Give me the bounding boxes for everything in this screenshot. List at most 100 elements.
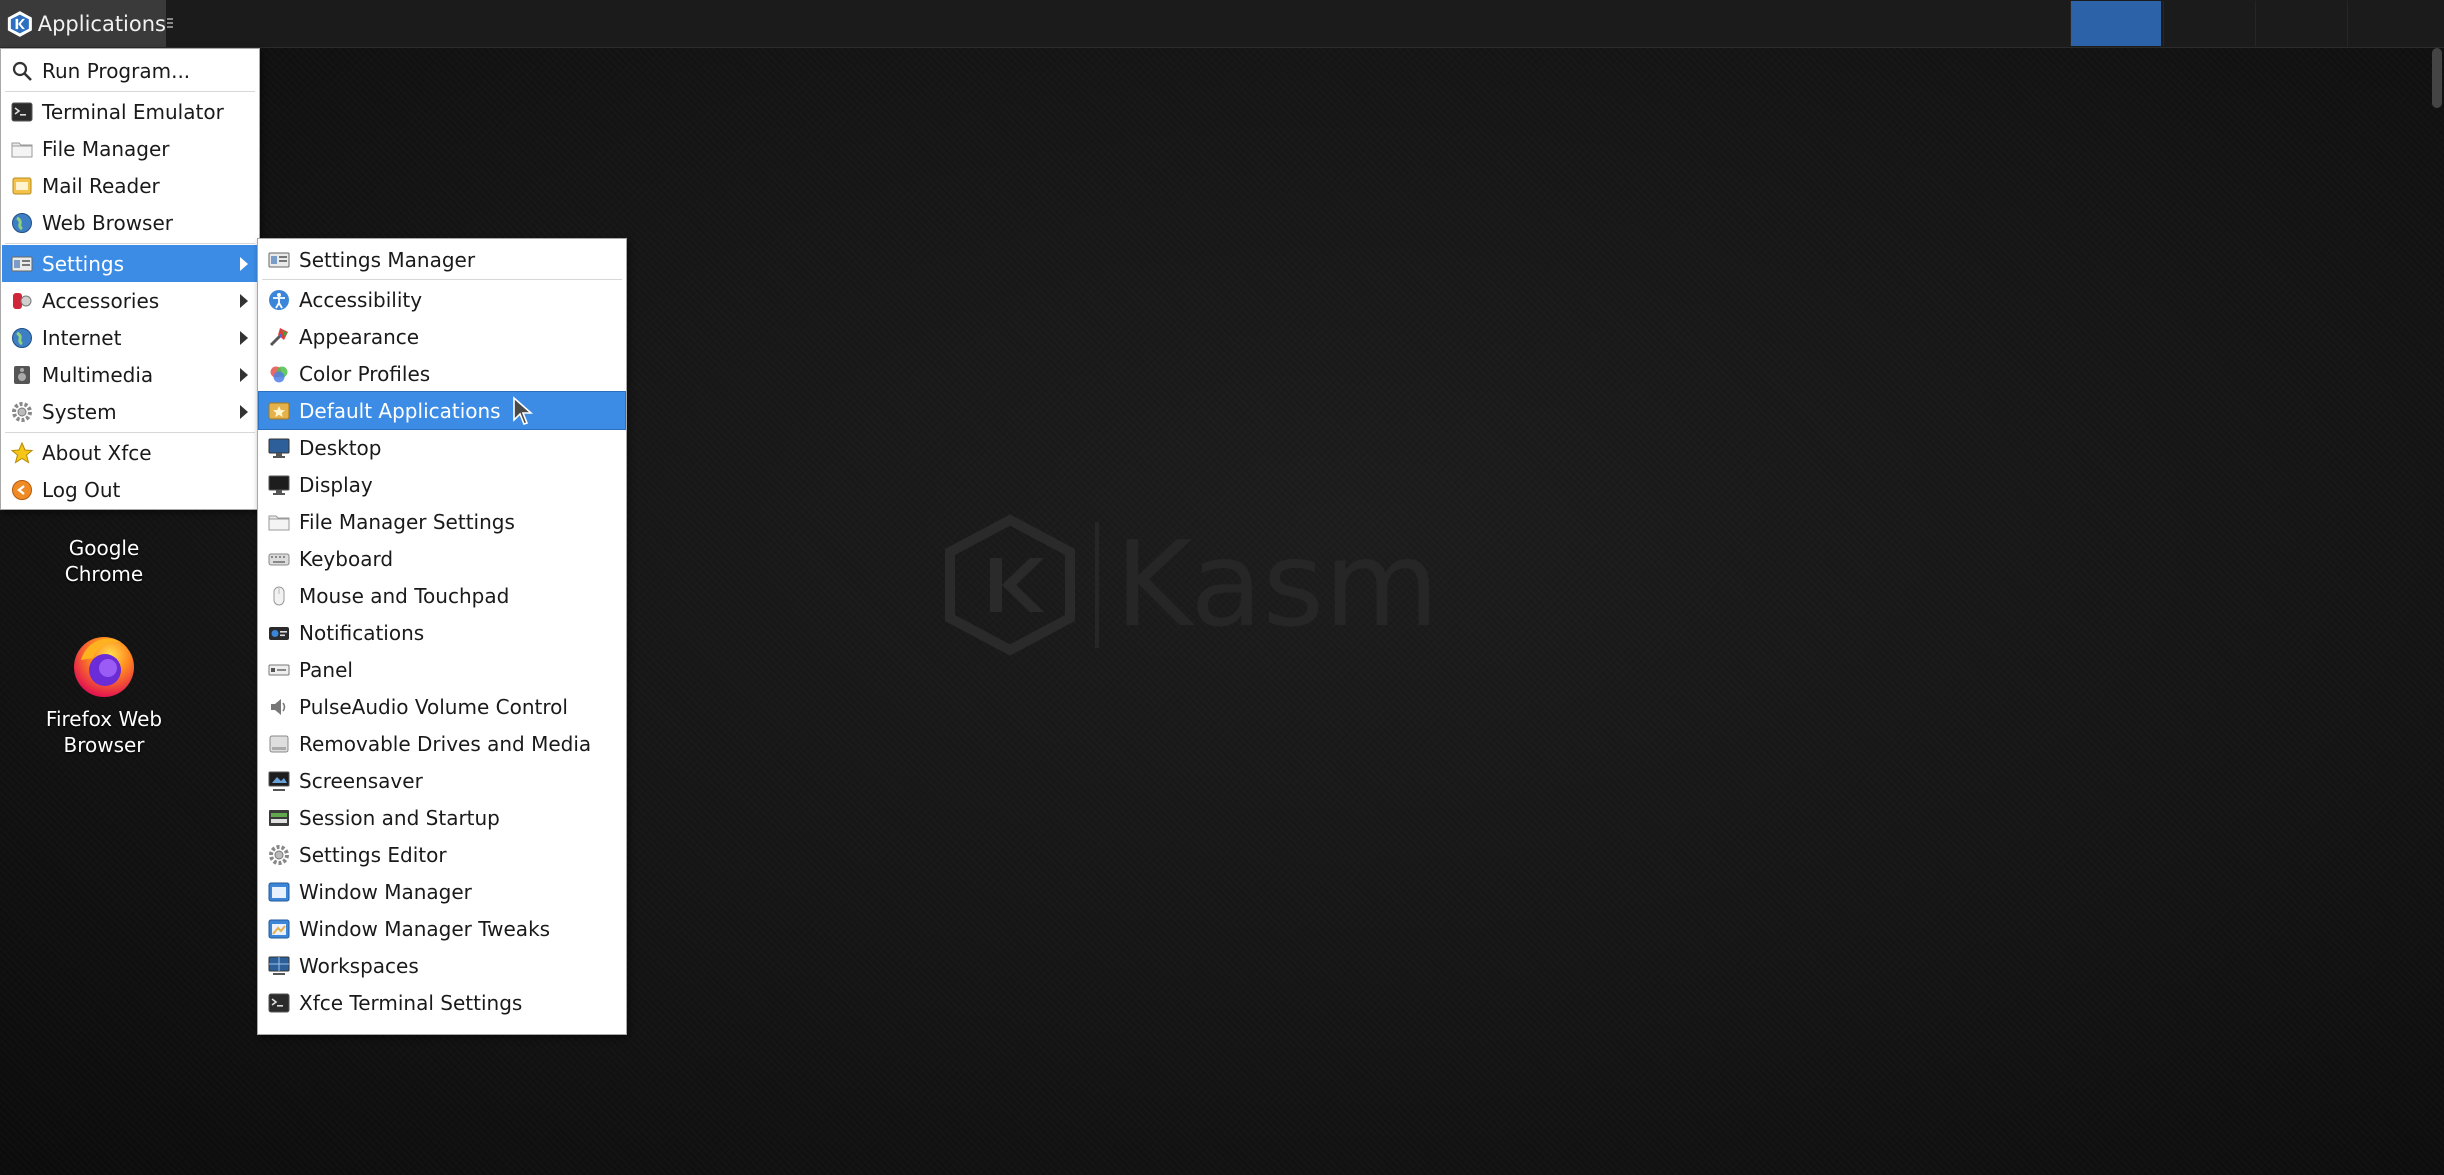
menu-item-label: Session and Startup	[299, 805, 500, 830]
menu-separator	[262, 279, 622, 280]
menu-item-label: Log Out	[42, 477, 121, 502]
menu-item-xfce-terminal-settings[interactable]: Xfce Terminal Settings	[259, 984, 625, 1021]
menu-item-window-manager-tweaks[interactable]: Window Manager Tweaks	[259, 910, 625, 947]
menu-item-removable-drives-and-media[interactable]: Removable Drives and Media	[259, 725, 625, 762]
menu-item-run-program[interactable]: Run Program...	[2, 52, 258, 89]
submenu-arrow-icon	[240, 405, 248, 419]
menu-item-pulseaudio-volume-control[interactable]: PulseAudio Volume Control	[259, 688, 625, 725]
menu-item-appearance[interactable]: Appearance	[259, 318, 625, 355]
firefox-icon	[74, 637, 134, 697]
menu-item-label: Accessibility	[299, 287, 423, 312]
applications-menu: Run Program... Terminal Emulator File Ma…	[0, 48, 260, 510]
menu-item-label: PulseAudio Volume Control	[299, 694, 568, 719]
menu-item-mail-reader[interactable]: Mail Reader	[2, 167, 258, 204]
menu-separator	[5, 91, 255, 92]
settings-submenu: Settings Manager Accessibility Appearanc…	[257, 238, 627, 1035]
google-chrome-label: Google Chrome	[64, 536, 144, 586]
menu-item-label: Default Applications	[299, 398, 501, 423]
menu-item-settings-manager[interactable]: Settings Manager	[259, 241, 625, 278]
workspace-4-button[interactable]	[2347, 1, 2444, 46]
menu-item-screensaver[interactable]: Screensaver	[259, 762, 625, 799]
menu-item-log-out[interactable]: Log Out	[2, 471, 258, 508]
panel-separator-handle[interactable]	[166, 14, 174, 32]
mail-icon	[11, 175, 33, 197]
drive-icon	[268, 733, 290, 755]
applications-label: Applications	[37, 11, 166, 36]
menu-item-label: Settings Editor	[299, 842, 447, 867]
menu-item-panel[interactable]: Panel	[259, 651, 625, 688]
display-icon	[268, 474, 290, 496]
star-icon	[11, 441, 33, 464]
menu-item-label: Xfce Terminal Settings	[299, 990, 523, 1015]
menu-item-settings[interactable]: Settings	[2, 245, 258, 282]
settings-manager-icon	[268, 249, 290, 271]
menu-item-default-applications[interactable]: Default Applications	[258, 391, 626, 430]
screensaver-icon	[268, 770, 290, 792]
menu-item-desktop[interactable]: Desktop	[259, 429, 625, 466]
appearance-icon	[268, 326, 290, 348]
logout-icon	[11, 479, 33, 501]
menu-item-file-manager[interactable]: File Manager	[2, 130, 258, 167]
session-icon	[268, 807, 290, 829]
scrollbar[interactable]	[2432, 48, 2442, 108]
menu-item-display[interactable]: Display	[259, 466, 625, 503]
window-tweaks-icon	[268, 918, 290, 940]
workspace-2-button[interactable]	[2163, 1, 2254, 46]
submenu-arrow-icon	[240, 257, 248, 271]
submenu-arrow-icon	[240, 294, 248, 308]
gear-icon	[268, 844, 290, 866]
menu-item-label: Internet	[42, 325, 122, 350]
menu-item-label: Removable Drives and Media	[299, 731, 592, 756]
applications-menu-button[interactable]: Applications	[0, 0, 166, 47]
menu-item-label: Screensaver	[299, 768, 423, 793]
folder-icon	[268, 511, 290, 533]
firefox-desktop-icon[interactable]: Firefox Web Browser	[19, 630, 189, 758]
menu-item-notifications[interactable]: Notifications	[259, 614, 625, 651]
menu-item-label: Desktop	[299, 435, 382, 460]
menu-item-accessibility[interactable]: Accessibility	[259, 281, 625, 318]
terminal-icon	[268, 992, 290, 1014]
workspace-3-button[interactable]	[2255, 1, 2346, 46]
menu-item-label: Settings Manager	[299, 247, 476, 272]
workspace-1-button[interactable]	[2070, 1, 2161, 46]
menu-separator	[5, 432, 255, 433]
svg-text:Kasm: Kasm	[1115, 515, 1439, 653]
menu-item-label: Window Manager	[299, 879, 472, 904]
menu-item-color-profiles[interactable]: Color Profiles	[259, 355, 625, 392]
menu-item-label: Keyboard	[299, 546, 394, 571]
menu-item-label: About Xfce	[42, 440, 152, 465]
menu-item-window-manager[interactable]: Window Manager	[259, 873, 625, 910]
menu-item-keyboard[interactable]: Keyboard	[259, 540, 625, 577]
menu-item-session-and-startup[interactable]: Session and Startup	[259, 799, 625, 836]
menu-item-accessories[interactable]: Accessories	[2, 282, 258, 319]
accessories-icon	[11, 290, 33, 312]
menu-item-label: System	[42, 399, 117, 424]
top-panel: Applications	[0, 0, 2444, 48]
menu-item-about-xfce[interactable]: About Xfce	[2, 434, 258, 471]
menu-item-label: Color Profiles	[299, 361, 431, 386]
menu-item-internet[interactable]: Internet	[2, 319, 258, 356]
globe-icon	[11, 212, 33, 234]
gear-icon	[11, 401, 33, 423]
menu-item-terminal-emulator[interactable]: Terminal Emulator	[2, 93, 258, 130]
multimedia-icon	[11, 364, 33, 386]
menu-item-web-browser[interactable]: Web Browser	[2, 204, 258, 241]
menu-item-label: Multimedia	[42, 362, 154, 387]
menu-item-label: Display	[299, 472, 373, 497]
keyboard-icon	[268, 548, 290, 570]
globe-icon	[11, 327, 33, 349]
menu-item-label: File Manager Settings	[299, 509, 515, 534]
mouse-cursor-icon	[513, 396, 534, 425]
menu-item-label: Run Program...	[42, 58, 191, 83]
menu-item-mouse-and-touchpad[interactable]: Mouse and Touchpad	[259, 577, 625, 614]
workspaces-icon	[268, 955, 290, 977]
menu-item-workspaces[interactable]: Workspaces	[259, 947, 625, 984]
menu-item-label: Settings	[42, 251, 125, 276]
settings-icon	[11, 253, 33, 275]
menu-item-label: Accessories	[42, 288, 160, 313]
menu-item-settings-editor[interactable]: Settings Editor	[259, 836, 625, 873]
menu-item-file-manager-settings[interactable]: File Manager Settings	[259, 503, 625, 540]
menu-separator	[5, 243, 255, 244]
menu-item-system[interactable]: System	[2, 393, 258, 430]
menu-item-multimedia[interactable]: Multimedia	[2, 356, 258, 393]
